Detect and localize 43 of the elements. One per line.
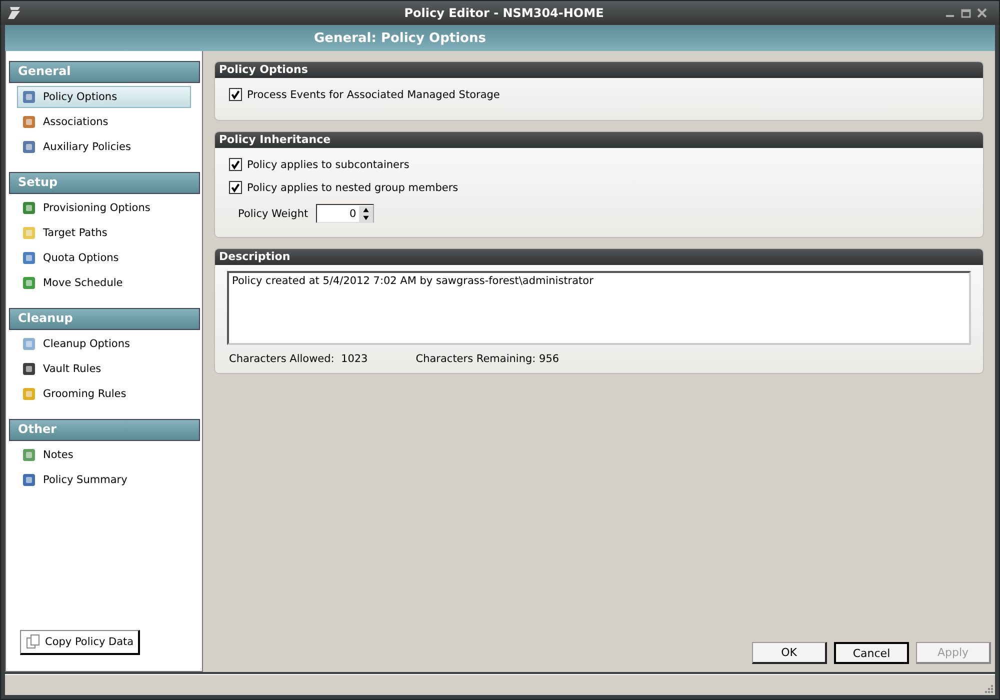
sidebar-item[interactable]: Target Paths	[17, 222, 191, 244]
sidebar-item[interactable]: Vault Rules	[17, 358, 191, 380]
checkbox[interactable]	[229, 88, 242, 101]
section-header: General	[9, 61, 200, 83]
dialog-button[interactable]: OK	[752, 642, 827, 664]
sidebar-item[interactable]: Policy Summary	[17, 469, 191, 491]
sidebar-item[interactable]: Provisioning Options	[17, 197, 191, 219]
field-label: Policy Weight	[238, 208, 308, 220]
weight-spinner[interactable]: 0	[316, 204, 374, 223]
sidebar-item[interactable]: Quota Options	[17, 247, 191, 269]
characters-allowed: Characters Allowed: 1023	[229, 353, 368, 365]
checkbox-label[interactable]: Policy applies to nested group members	[247, 182, 458, 194]
checkbox[interactable]	[229, 158, 242, 171]
check-icon	[230, 159, 241, 170]
panel-header: Policy Inheritance	[215, 132, 983, 148]
characters-remaining: Characters Remaining: 956	[416, 353, 560, 365]
page-title: General: Policy Options	[314, 30, 486, 46]
checkbox-label[interactable]: Process Events for Associated Managed Storage	[247, 88, 500, 100]
section-header: Setup	[9, 172, 200, 194]
copy-icon	[25, 634, 41, 650]
sidebar-item[interactable]: Cleanup Options	[17, 333, 191, 355]
sidebar-item[interactable]: Notes	[17, 444, 191, 466]
description-field[interactable]: Policy created at 5/4/2012 7:02 AM by sawgrass-forest\administrator	[227, 271, 971, 345]
maximize-icon[interactable]	[961, 8, 971, 18]
copy-policy-data-button[interactable]: Copy Policy Data	[20, 630, 140, 655]
panel-header: Policy Options	[215, 62, 983, 78]
scroll-icon	[7, 5, 23, 21]
check-icon	[230, 89, 241, 100]
section-header: Cleanup	[9, 308, 200, 330]
section-header: Other	[9, 419, 200, 441]
sidebar-item[interactable]: Auxiliary Policies	[17, 136, 191, 158]
sidebar-item[interactable]: Grooming Rules	[17, 383, 191, 405]
close-icon[interactable]	[977, 8, 987, 18]
resize-grip-icon[interactable]	[983, 683, 993, 693]
checkbox[interactable]	[229, 181, 242, 194]
window-title: Policy Editor - NSM304-HOME	[403, 6, 605, 20]
panel-header: Description	[215, 249, 983, 265]
check-icon	[230, 182, 241, 193]
sidebar-item[interactable]: Associations	[17, 111, 191, 133]
checkbox-label[interactable]: Policy applies to subcontainers	[247, 158, 410, 170]
sidebar-item[interactable]: Policy Options	[17, 86, 191, 108]
sidebar-item[interactable]: Move Schedule	[17, 272, 191, 294]
dialog-button[interactable]: Cancel	[834, 642, 909, 664]
